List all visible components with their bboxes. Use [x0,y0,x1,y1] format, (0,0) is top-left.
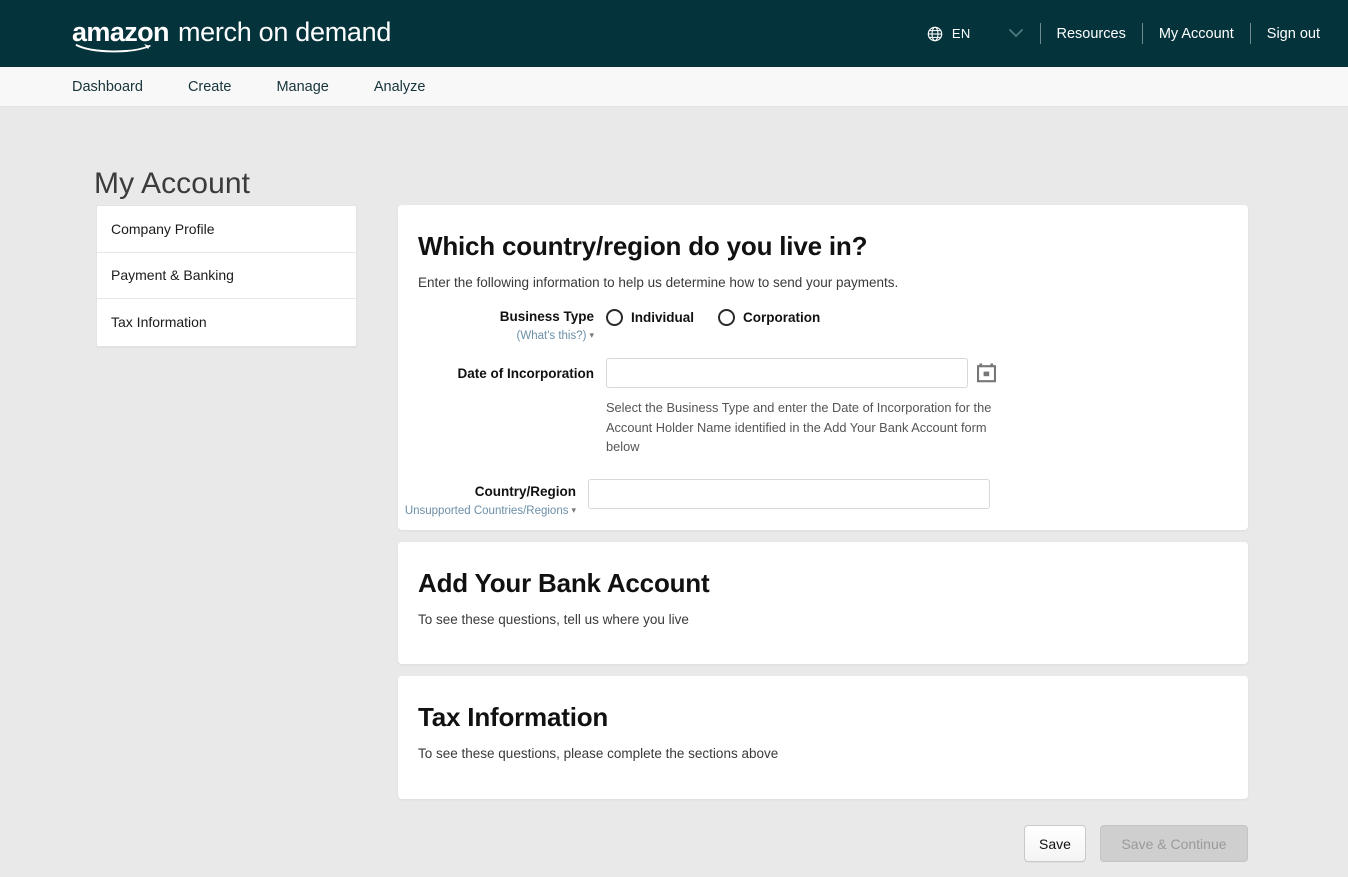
sidebar-item-label: Payment & Banking [111,267,234,284]
radio-circle-icon [718,309,736,326]
brand-merch-on-demand-text: merch on demand [177,17,392,47]
save-button[interactable]: Save [1024,825,1086,862]
business-type-radio-group: Individual Corporation [606,308,844,326]
account-sidebar: Company Profile Payment & Banking Tax In… [96,205,357,347]
brand-amazon-wordmark: amazon [72,19,170,53]
sidebar-item-company-profile[interactable]: Company Profile [97,206,356,253]
language-selector[interactable]: EN [927,25,1024,43]
calendar-icon [976,363,997,386]
date-of-incorporation-row: Date of Incorporation Select the Busines… [398,358,1248,457]
tax-card-message: To see these questions, please complete … [418,746,779,761]
radio-option-corporation[interactable]: Corporation [718,309,820,326]
header-divider [1141,23,1143,44]
sidebar-item-label: Company Profile [111,220,215,237]
header-right-group: EN Resources My Account Sign out [927,0,1348,67]
caret-down-icon: ▾ [589,330,594,340]
country-region-card: Which country/region do you live in? Ent… [398,205,1248,530]
caret-down-icon: ▾ [571,504,576,515]
country-region-form: Business Type (What's this?) ▾ Individual… [398,290,1248,519]
add-bank-account-card: Add Your Bank Account To see these quest… [398,542,1248,664]
radio-label-corporation: Corporation [743,310,821,325]
date-of-incorporation-label: Date of Incorporation [457,366,594,381]
radio-option-individual[interactable]: Individual [606,309,694,326]
header-divider [1249,23,1251,44]
date-of-incorporation-helper-text: Select the Business Type and enter the D… [606,400,992,454]
amazon-merch-logo[interactable]: amazon merch on demand [72,17,392,53]
country-region-row: Country/Region Unsupported Countries/Reg… [398,478,1248,519]
amazon-smile-icon [75,43,151,53]
business-type-row: Business Type (What's this?) ▾ Individual… [398,308,1248,344]
save-and-continue-button: Save & Continue [1100,825,1248,862]
header-link-my-account[interactable]: My Account [1159,26,1234,42]
country-region-input[interactable] [588,478,990,509]
radio-circle-icon [606,309,623,326]
tax-card-title: Tax Information [418,702,609,732]
date-field-wrapper: Select the Business Type and enter the D… [606,358,1004,457]
page-content: My Account Company Profile Payment & Ban… [0,107,1348,877]
sidebar-item-payment-and-banking[interactable]: Payment & Banking [97,253,356,299]
header-divider [1039,23,1041,44]
country-card-subtitle: Enter the following information to help … [418,275,899,290]
page-title: My Account [94,167,251,201]
bank-card-message: To see these questions, tell us where yo… [418,612,689,627]
radio-label-individual: Individual [631,310,695,325]
chevron-down-icon[interactable] [1008,25,1024,43]
country-card-title: Which country/region do you live in? [418,231,868,261]
country-region-label-group: Country/Region Unsupported Countries/Reg… [398,479,588,519]
whats-this-link[interactable]: (What's this?) [517,329,587,344]
site-header: amazon merch on demand EN Resources My A… [0,0,1348,67]
business-type-label: Business Type [499,309,594,324]
nav-item-analyze[interactable]: Analyze [374,79,426,95]
date-of-incorporation-label-group: Date of Incorporation [398,358,606,383]
date-of-incorporation-input[interactable] [606,358,968,388]
main-navigation: Dashboard Create Manage Analyze [0,67,1348,107]
business-type-label-group: Business Type (What's this?) ▾ [398,308,606,344]
bank-card-title: Add Your Bank Account [418,568,710,598]
country-region-label: Country/Region [474,483,576,499]
calendar-picker-button[interactable] [976,363,997,386]
language-code-label: EN [951,26,971,41]
header-link-sign-out[interactable]: Sign out [1267,26,1320,42]
unsupported-countries-link[interactable]: Unsupported Countries/Regions [405,504,569,519]
sidebar-item-tax-information[interactable]: Tax Information [97,299,356,346]
sidebar-item-label: Tax Information [111,314,207,331]
nav-item-create[interactable]: Create [188,79,232,95]
tax-information-card: Tax Information To see these questions, … [398,676,1248,799]
header-link-resources[interactable]: Resources [1057,26,1126,42]
globe-icon [927,26,943,42]
nav-item-dashboard[interactable]: Dashboard [72,79,143,95]
footer-action-buttons: Save Save & Continue [1024,825,1248,862]
nav-item-manage[interactable]: Manage [276,79,328,95]
